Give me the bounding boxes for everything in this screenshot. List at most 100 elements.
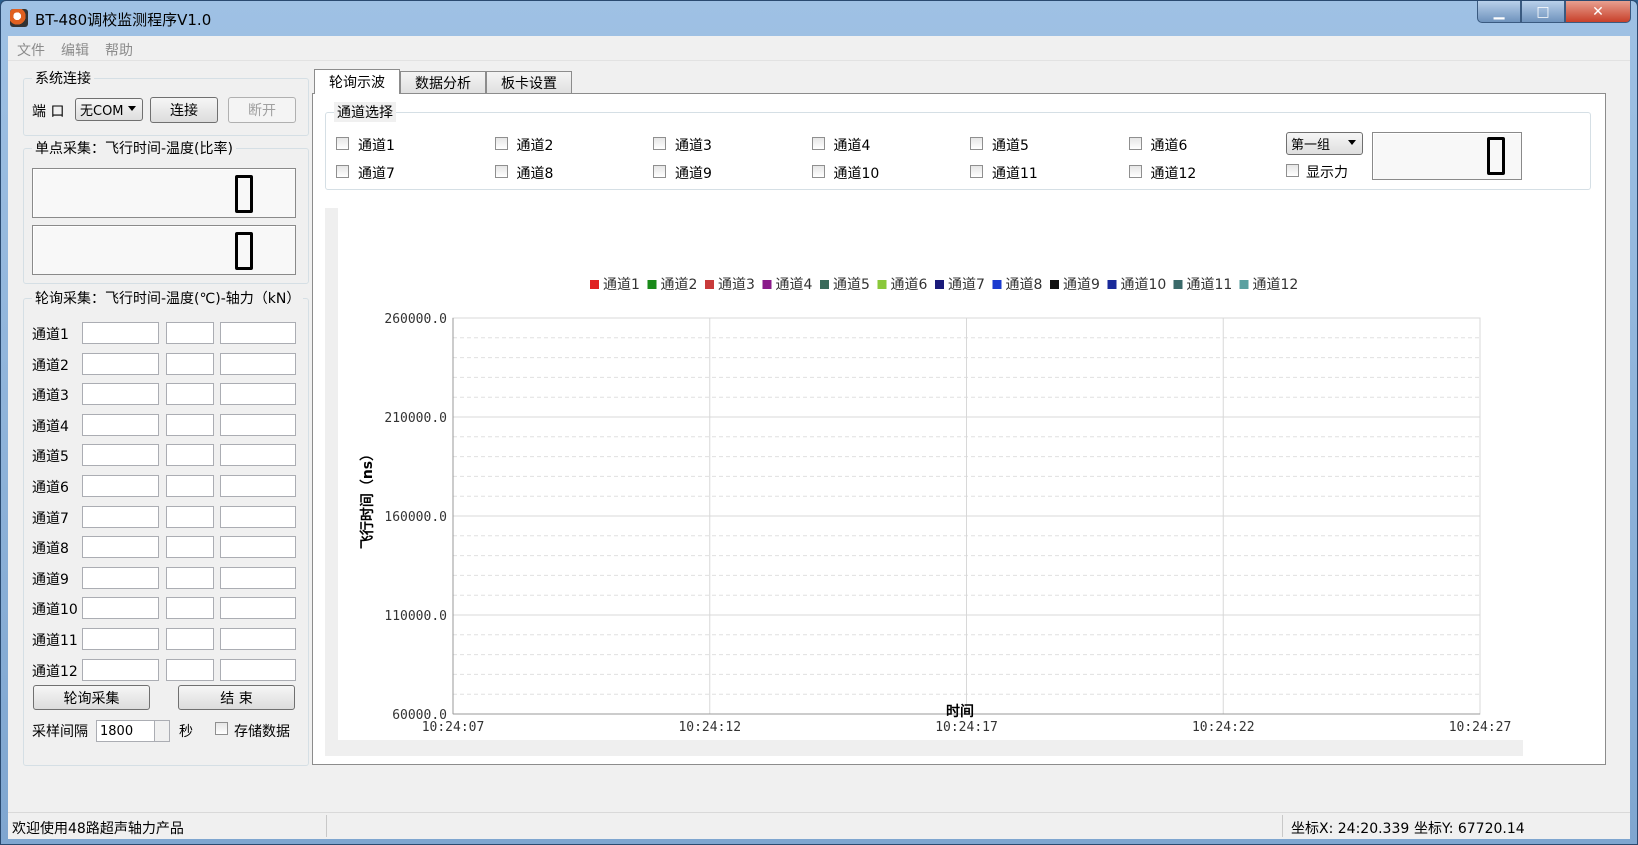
force-field[interactable]: [220, 505, 296, 528]
channel-checkbox-label: 通道6: [1150, 138, 1188, 154]
temperature-field[interactable]: [166, 444, 214, 467]
tab-data-analysis[interactable]: 数据分析: [400, 71, 486, 93]
temperature-field[interactable]: [166, 383, 214, 406]
status-separator: [1282, 815, 1283, 837]
poll-channel-label: 通道12: [32, 663, 78, 680]
flight-time-chart[interactable]: 通道1 通道2 通道3 通道4 通道5 通道6 通道7 通道8 通道9 通道10 通道11 通道12 …: [338, 208, 1526, 740]
single-sample-title: 单点采集：飞行时间-温度(比率): [32, 138, 236, 158]
flight-time-field[interactable]: [82, 322, 159, 344]
force-field[interactable]: [220, 536, 296, 559]
temperature-field[interactable]: [166, 566, 214, 589]
force-field[interactable]: [220, 383, 296, 406]
save-data-checkbox[interactable]: [215, 722, 228, 735]
force-field[interactable]: [220, 566, 296, 589]
legend-label: 通道2: [661, 277, 698, 293]
channel-checkbox[interactable]: [1128, 137, 1142, 150]
channel-checkbox[interactable]: [336, 165, 349, 178]
poll-channel-label: 通道4: [32, 418, 69, 435]
channel-checkbox[interactable]: [494, 137, 508, 150]
channel-checkbox[interactable]: [970, 137, 983, 150]
temperature-field[interactable]: [166, 505, 214, 528]
legend-label: 通道9: [1063, 277, 1100, 293]
tab-board-settings[interactable]: 板卡设置: [486, 71, 572, 93]
channel-checkbox[interactable]: [1128, 165, 1142, 178]
poll-stop-button[interactable]: 结 束: [178, 685, 295, 710]
system-connect-group: 系统连接 端 口 无COM 连接 断开: [23, 68, 309, 136]
legend-swatch: [935, 280, 944, 289]
channel-checkbox-label: 通道12: [1150, 166, 1197, 182]
flight-time-field[interactable]: [82, 444, 159, 467]
flight-time-field[interactable]: [82, 597, 159, 620]
force-field[interactable]: [220, 597, 296, 620]
temperature-field[interactable]: [166, 413, 214, 436]
force-field[interactable]: [220, 475, 296, 497]
force-field[interactable]: [220, 413, 296, 436]
legend-label: 通道8: [1006, 277, 1043, 293]
channel-checkbox-label: 通道10: [833, 166, 880, 182]
channel-select-title: 通道选择: [334, 102, 396, 122]
channel-checkbox[interactable]: [970, 165, 983, 178]
channel-checkbox[interactable]: [811, 137, 825, 150]
x-tick-label: 10:24:07: [422, 720, 485, 735]
x-tick-label: 10:24:12: [678, 720, 741, 735]
force-field[interactable]: [220, 658, 296, 681]
group-select[interactable]: 第一组: [1286, 132, 1363, 155]
spin-down-button[interactable]: [154, 731, 169, 741]
menu-file[interactable]: 文件: [17, 40, 45, 60]
maximize-button[interactable]: □: [1521, 1, 1565, 23]
channel-checkbox[interactable]: [653, 137, 666, 150]
flight-time-field[interactable]: [82, 475, 159, 497]
temperature-field[interactable]: [166, 475, 214, 497]
x-tick-label: 10:24:27: [1449, 720, 1512, 735]
minimize-button[interactable]: ▁: [1477, 1, 1521, 23]
temperature-field[interactable]: [166, 628, 214, 650]
menu-edit[interactable]: 编辑: [61, 40, 89, 60]
force-field[interactable]: [220, 628, 296, 650]
flight-time-field[interactable]: [82, 566, 159, 589]
channel-checkbox-label: 通道8: [516, 166, 554, 182]
temperature-field[interactable]: [166, 597, 214, 620]
interval-value: 1800: [100, 723, 134, 739]
channel-checkbox[interactable]: [494, 165, 508, 178]
flight-time-field[interactable]: [82, 536, 159, 559]
disconnect-button[interactable]: 断开: [228, 97, 296, 123]
poll-channel-label: 通道9: [32, 571, 69, 588]
close-button[interactable]: ✕: [1565, 1, 1631, 23]
poll-channel-label: 通道8: [32, 541, 69, 558]
flight-time-field[interactable]: [82, 352, 159, 375]
flight-time-field[interactable]: [82, 383, 159, 406]
flight-time-field[interactable]: [82, 505, 159, 528]
connect-button[interactable]: 连接: [150, 97, 218, 123]
title-bar[interactable]: BT-480调校监测程序V1.0 ▁ □ ✕: [1, 1, 1637, 35]
temperature-field[interactable]: [166, 322, 214, 344]
client-area: 文件 编辑 帮助 系统连接 端 口 无COM 连接 断开 单点采集：飞行时间-温…: [8, 36, 1630, 839]
temperature-field[interactable]: [166, 352, 214, 375]
force-field[interactable]: [220, 444, 296, 467]
flight-time-field[interactable]: [82, 413, 159, 436]
menu-help[interactable]: 帮助: [105, 40, 133, 60]
y-tick-label: 210000.0: [384, 411, 447, 426]
temperature-field[interactable]: [166, 536, 214, 559]
flight-time-field[interactable]: [82, 658, 159, 681]
legend-swatch: [1239, 280, 1249, 289]
legend-label: 通道10: [1121, 277, 1167, 293]
channel-checkbox[interactable]: [811, 165, 825, 178]
save-data-label: 存储数据: [234, 724, 290, 740]
force-field[interactable]: [220, 322, 296, 344]
show-force-checkbox[interactable]: [1286, 164, 1299, 177]
port-select[interactable]: 无COM: [75, 98, 143, 121]
force-field[interactable]: [220, 352, 296, 375]
legend-swatch: [1173, 280, 1183, 289]
interval-label: 采样间隔: [32, 724, 88, 740]
flight-time-field[interactable]: [82, 628, 159, 650]
legend-swatch: [877, 280, 887, 289]
channel-checkbox[interactable]: [653, 165, 666, 178]
temperature-field[interactable]: [166, 658, 214, 681]
poll-start-button[interactable]: 轮询采集: [33, 685, 150, 710]
interval-spinbox[interactable]: 1800: [96, 720, 170, 742]
channel-checkbox-label: 通道2: [516, 138, 554, 154]
tab-poll-wave[interactable]: 轮询示波: [314, 69, 400, 94]
poll-channel-label: 通道10: [32, 602, 78, 619]
status-coord-x: 坐标X: 24:20.339: [1291, 821, 1410, 837]
channel-checkbox[interactable]: [336, 137, 349, 150]
